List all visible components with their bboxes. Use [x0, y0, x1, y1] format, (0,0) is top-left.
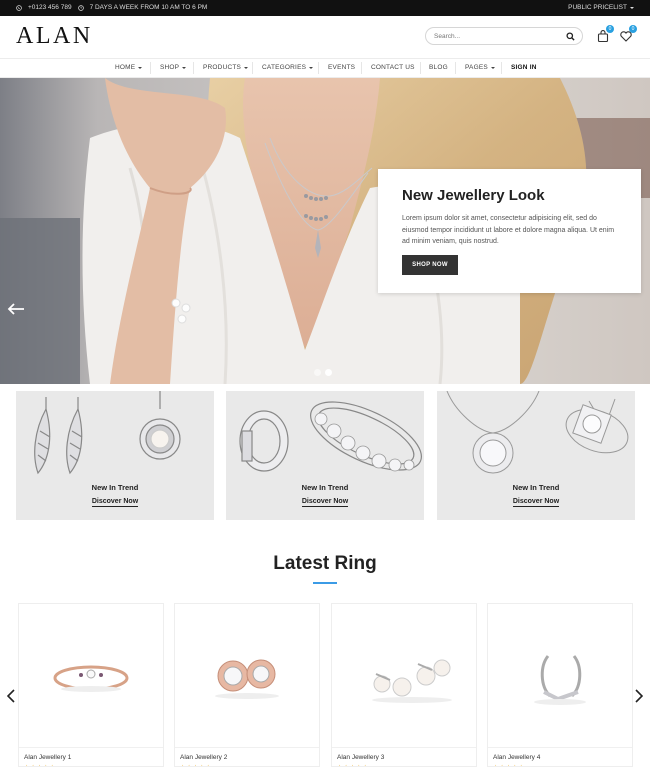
card-divider — [332, 747, 476, 748]
product-name[interactable]: Alan Jewellery 4 — [493, 754, 540, 761]
product-image — [53, 665, 129, 692]
product-card[interactable]: Alan Jewellery 2 ★★★★★ — [174, 603, 320, 767]
nav-divider — [252, 62, 253, 74]
nav-item-sign-in[interactable]: SIGN IN — [511, 64, 537, 71]
phone-icon — [16, 4, 22, 11]
card-divider — [19, 747, 163, 748]
nav-divider — [420, 62, 421, 74]
pricelist-label: PUBLIC PRICELIST — [568, 4, 627, 11]
product-name[interactable]: Alan Jewellery 1 — [24, 754, 71, 761]
wishlist-count-badge: 0 — [629, 25, 637, 33]
banner-rings[interactable]: New In Trend Discover Now — [226, 391, 424, 520]
nav-item-label: SIGN IN — [511, 64, 537, 71]
nav-item-blog[interactable]: BLOG — [429, 64, 448, 71]
hero-caption-box: New Jewellery Look Lorem ipsum dolor sit… — [378, 169, 641, 293]
product-image — [215, 659, 279, 699]
nav-item-label: SHOP — [160, 64, 180, 71]
nav-item-label: EVENTS — [328, 64, 356, 71]
top-bar: +0123 456 789 7 DAYS A WEEK FROM 10 AM T… — [0, 0, 650, 16]
hero-slider: New Jewellery Look Lorem ipsum dolor sit… — [0, 78, 650, 384]
title-underline — [313, 582, 337, 584]
nav-divider — [150, 62, 151, 74]
nav-item-label: BLOG — [429, 64, 448, 71]
product-image — [372, 659, 452, 703]
search-box — [425, 27, 583, 45]
banner-title: New In Trend — [91, 483, 139, 492]
chevron-down-icon — [490, 66, 495, 69]
hero-dot-active[interactable] — [325, 369, 332, 376]
wishlist-button[interactable]: 0 — [619, 25, 637, 43]
banner-title: New In Trend — [301, 483, 349, 492]
hero-pagination — [314, 369, 332, 376]
nav-divider — [455, 62, 456, 74]
nav-item-shop[interactable]: SHOP — [160, 64, 187, 71]
hero-title: New Jewellery Look — [402, 187, 545, 204]
product-card[interactable]: Alan Jewellery 3 ★★★★★ — [331, 603, 477, 767]
nav-divider — [501, 62, 502, 74]
product-card[interactable]: Alan Jewellery 4 ★★★★★ — [487, 603, 633, 767]
discover-now-link[interactable]: Discover Now — [437, 498, 635, 507]
card-divider — [175, 747, 319, 748]
phone-text[interactable]: +0123 456 789 — [28, 4, 72, 11]
product-name[interactable]: Alan Jewellery 3 — [337, 754, 384, 761]
product-image — [534, 655, 586, 705]
hours-text: 7 DAYS A WEEK FROM 10 AM TO 6 PM — [89, 4, 208, 11]
cart-count-badge: 0 — [606, 25, 614, 33]
chevron-down-icon — [182, 66, 187, 69]
search-icon[interactable] — [566, 32, 575, 41]
section-title: Latest Ring — [273, 553, 377, 574]
discover-now-link[interactable]: Discover Now — [226, 498, 424, 507]
nav-item-pages[interactable]: PAGES — [465, 64, 495, 71]
header: ALAN 0 0 — [0, 16, 650, 58]
hero-prev-arrow-icon[interactable] — [7, 302, 25, 316]
nav-item-categories[interactable]: CATEGORIES — [262, 64, 314, 71]
banner-earrings[interactable]: New In Trend Discover Now — [16, 391, 214, 520]
nav-item-label: HOME — [115, 64, 136, 71]
nav-divider — [318, 62, 319, 74]
nav-divider — [193, 62, 194, 74]
banner-title: New In Trend — [512, 483, 560, 492]
carousel-prev-icon[interactable] — [7, 689, 15, 703]
search-input[interactable] — [434, 31, 554, 42]
nav-item-label: CONTACT US — [371, 64, 415, 71]
nav-divider — [361, 62, 362, 74]
contact-info: +0123 456 789 7 DAYS A WEEK FROM 10 AM T… — [16, 4, 207, 11]
nav-item-label: PAGES — [465, 64, 488, 71]
product-name[interactable]: Alan Jewellery 2 — [180, 754, 227, 761]
nav-item-label: PRODUCTS — [203, 64, 242, 71]
main-nav: HOME SHOP PRODUCTS CATEGORIES EVENTS CON… — [0, 58, 650, 78]
logo[interactable]: ALAN — [16, 23, 93, 50]
discover-now-link[interactable]: Discover Now — [16, 498, 214, 507]
card-divider — [488, 747, 632, 748]
carousel-next-icon[interactable] — [635, 689, 643, 703]
banner-pendants[interactable]: New In Trend Discover Now — [437, 391, 635, 520]
chevron-down-icon — [244, 66, 249, 69]
nav-item-products[interactable]: PRODUCTS — [203, 64, 249, 71]
product-card[interactable]: Alan Jewellery 1 ★★★★★ — [18, 603, 164, 767]
chevron-down-icon — [138, 66, 143, 69]
hero-text: Lorem ipsum dolor sit amet, consectetur … — [402, 215, 615, 245]
nav-item-contact-us[interactable]: CONTACT US — [371, 64, 415, 71]
shop-now-button[interactable]: SHOP NOW — [402, 255, 458, 275]
hero-dot[interactable] — [314, 369, 321, 376]
nav-item-label: CATEGORIES — [262, 64, 307, 71]
chevron-down-icon — [630, 6, 634, 9]
nav-item-events[interactable]: EVENTS — [328, 64, 355, 71]
nav-item-home[interactable]: HOME — [115, 64, 143, 71]
chevron-down-icon — [309, 66, 314, 69]
pricelist-dropdown[interactable]: PUBLIC PRICELIST — [568, 4, 634, 11]
cart-button[interactable]: 0 — [596, 25, 614, 43]
clock-icon — [77, 4, 84, 11]
